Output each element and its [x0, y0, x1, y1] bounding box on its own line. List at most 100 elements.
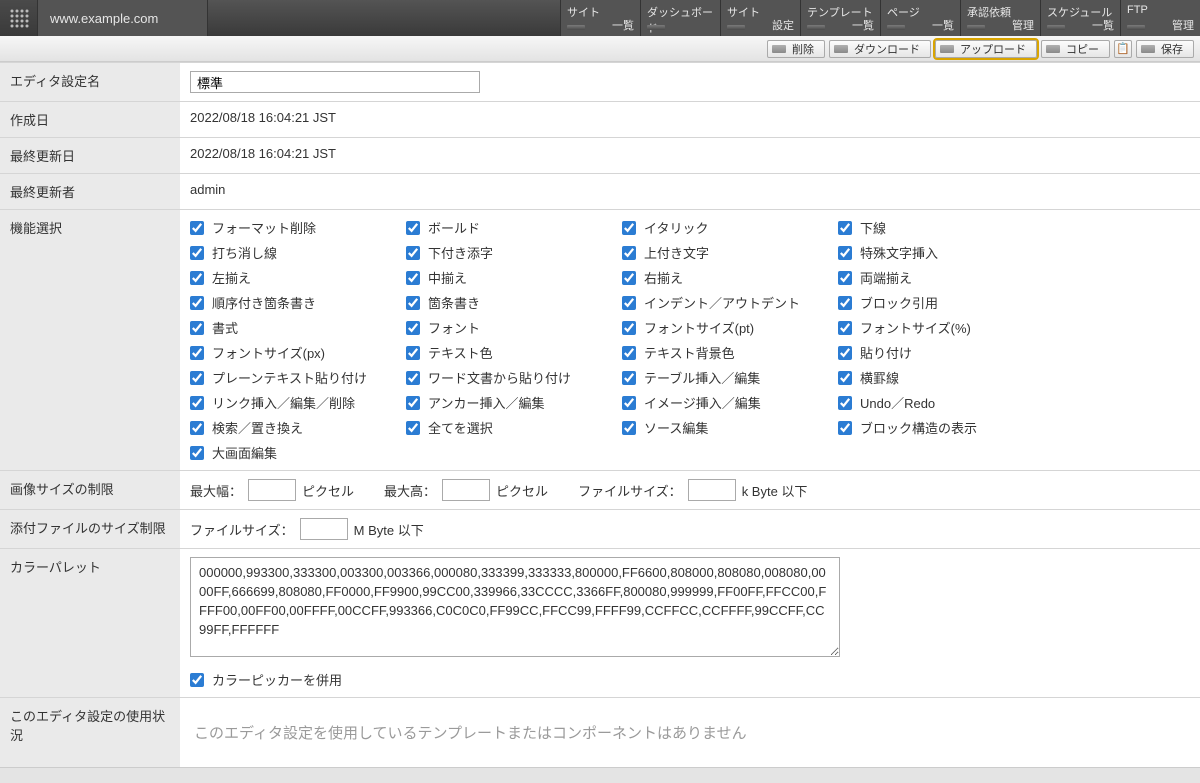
max-height-input[interactable] — [442, 479, 490, 501]
text-max-height: 最大高： — [384, 481, 436, 500]
label-attach-size: 添付ファイルのサイズ制限 — [0, 510, 180, 549]
feature-checkbox[interactable] — [190, 321, 204, 335]
topnav-item[interactable]: スケジュール一覧 — [1040, 0, 1120, 36]
feature-checkbox[interactable] — [190, 396, 204, 410]
site-url[interactable]: www.example.com — [38, 0, 208, 36]
feature-checkbox[interactable] — [622, 421, 636, 435]
feature-checkbox[interactable] — [190, 421, 204, 435]
feature-checkbox[interactable] — [622, 221, 636, 235]
feature-checkbox[interactable] — [622, 271, 636, 285]
clipboard-icon[interactable]: 📋 — [1114, 40, 1132, 58]
feature-checkbox[interactable] — [406, 421, 420, 435]
download-button[interactable]: ダウンロード — [829, 40, 931, 58]
topnav-item[interactable]: テンプレート一覧 — [800, 0, 880, 36]
feature-label: テーブル挿入／編集 — [644, 368, 760, 387]
feature-checkbox[interactable] — [190, 346, 204, 360]
feature-label: フォントサイズ(%) — [860, 318, 971, 337]
feature-checkbox[interactable] — [622, 396, 636, 410]
max-width-input[interactable] — [248, 479, 296, 501]
feature-label: 大画面編集 — [212, 443, 277, 462]
feature-checkbox[interactable] — [406, 371, 420, 385]
color-palette-input[interactable] — [190, 557, 840, 657]
upload-button[interactable]: アップロード — [935, 40, 1037, 58]
feature-checkbox[interactable] — [406, 271, 420, 285]
topnav-item[interactable]: サイト一覧 — [560, 0, 640, 36]
topnav-sub: 一覧 — [1092, 17, 1114, 33]
feature-checkbox[interactable] — [190, 446, 204, 460]
feature-checkbox[interactable] — [406, 346, 420, 360]
text-kb-suffix: k Byte 以下 — [742, 481, 808, 500]
topnav-item[interactable]: ページ一覧 — [880, 0, 960, 36]
editor-name-input[interactable] — [190, 71, 480, 93]
topnav-item[interactable]: FTP管理 — [1120, 0, 1200, 36]
color-picker-checkbox[interactable] — [190, 673, 204, 687]
feature-label: ワード文書から貼り付け — [428, 368, 571, 387]
label-color-palette: カラーパレット — [0, 549, 180, 698]
feature-item: 中揃え — [406, 268, 616, 287]
feature-checkbox[interactable] — [838, 221, 852, 235]
feature-label: イタリック — [644, 218, 708, 237]
feature-label: 検索／置き換え — [212, 418, 303, 437]
feature-checkbox[interactable] — [406, 296, 420, 310]
attach-size-row: ファイルサイズ： M Byte 以下 — [190, 518, 1190, 540]
feature-checkbox[interactable] — [406, 246, 420, 260]
feature-checkbox[interactable] — [838, 396, 852, 410]
topnav-item[interactable]: 承認依頼管理 — [960, 0, 1040, 36]
file-mb-input[interactable] — [300, 518, 348, 540]
detail-table: エディタ設定名 作成日 2022/08/18 16:04:21 JST 最終更新… — [0, 62, 1200, 767]
feature-label: テキスト色 — [428, 343, 493, 362]
feature-checkbox[interactable] — [622, 246, 636, 260]
feature-item: 上付き文字 — [622, 243, 832, 262]
btn-label: アップロード — [960, 41, 1026, 57]
feature-checkbox[interactable] — [406, 221, 420, 235]
color-picker-label: カラーピッカーを併用 — [212, 670, 342, 689]
file-kb-input[interactable] — [688, 479, 736, 501]
delete-button[interactable]: 削除 — [767, 40, 825, 58]
feature-checkbox[interactable] — [838, 321, 852, 335]
text-fsize-img: ファイルサイズ： — [578, 481, 682, 500]
feature-checkbox[interactable] — [190, 371, 204, 385]
feature-checkbox[interactable] — [190, 246, 204, 260]
topnav-item[interactable]: ダッシュボード — [640, 0, 720, 36]
feature-checkbox[interactable] — [622, 371, 636, 385]
feature-checkbox[interactable] — [838, 346, 852, 360]
feature-checkbox[interactable] — [190, 271, 204, 285]
save-button[interactable]: 保存 — [1136, 40, 1194, 58]
feature-checkbox[interactable] — [838, 271, 852, 285]
feature-checkbox[interactable] — [838, 296, 852, 310]
top-bar: www.example.com サイト一覧ダッシュボードサイト設定テンプレート一… — [0, 0, 1200, 36]
feature-item: 下付き添字 — [406, 243, 616, 262]
action-bar: 削除 ダウンロード アップロード コピー 📋 保存 — [0, 36, 1200, 62]
btn-label: コピー — [1066, 41, 1099, 57]
feature-item: 下線 — [838, 218, 1048, 237]
copy-button[interactable]: コピー — [1041, 40, 1110, 58]
label-editor-name: エディタ設定名 — [0, 63, 180, 102]
feature-checkbox[interactable] — [190, 296, 204, 310]
topnav-bar-icon — [647, 25, 665, 30]
feature-checkbox[interactable] — [622, 346, 636, 360]
topnav-sub: 一覧 — [852, 17, 874, 33]
feature-label: フォント — [428, 318, 480, 337]
topnav-item[interactable]: サイト設定 — [720, 0, 800, 36]
logo[interactable] — [0, 0, 38, 36]
feature-label: テキスト背景色 — [644, 343, 735, 362]
feature-checkbox[interactable] — [622, 321, 636, 335]
feature-item: ブロック構造の表示 — [838, 418, 1048, 437]
feature-label: 両端揃え — [860, 268, 912, 287]
feature-checkbox[interactable] — [838, 421, 852, 435]
feature-label: 下線 — [860, 218, 886, 237]
feature-label: 上付き文字 — [644, 243, 709, 262]
feature-item: 順序付き箇条書き — [190, 293, 400, 312]
usage-empty-msg: このエディタ設定を使用しているテンプレートまたはコンポーネントはありません — [190, 706, 1190, 759]
feature-checkbox[interactable] — [622, 296, 636, 310]
feature-label: 貼り付け — [860, 343, 912, 362]
feature-checkbox[interactable] — [406, 321, 420, 335]
feature-checkbox[interactable] — [190, 221, 204, 235]
topnav-sub: 管理 — [1012, 17, 1034, 33]
feature-checkbox[interactable] — [838, 371, 852, 385]
topnav-sub: 設定 — [772, 17, 794, 33]
feature-checkbox[interactable] — [406, 396, 420, 410]
feature-checkbox[interactable] — [838, 246, 852, 260]
feature-item: フォント — [406, 318, 616, 337]
feature-label: 全てを選択 — [428, 418, 493, 437]
